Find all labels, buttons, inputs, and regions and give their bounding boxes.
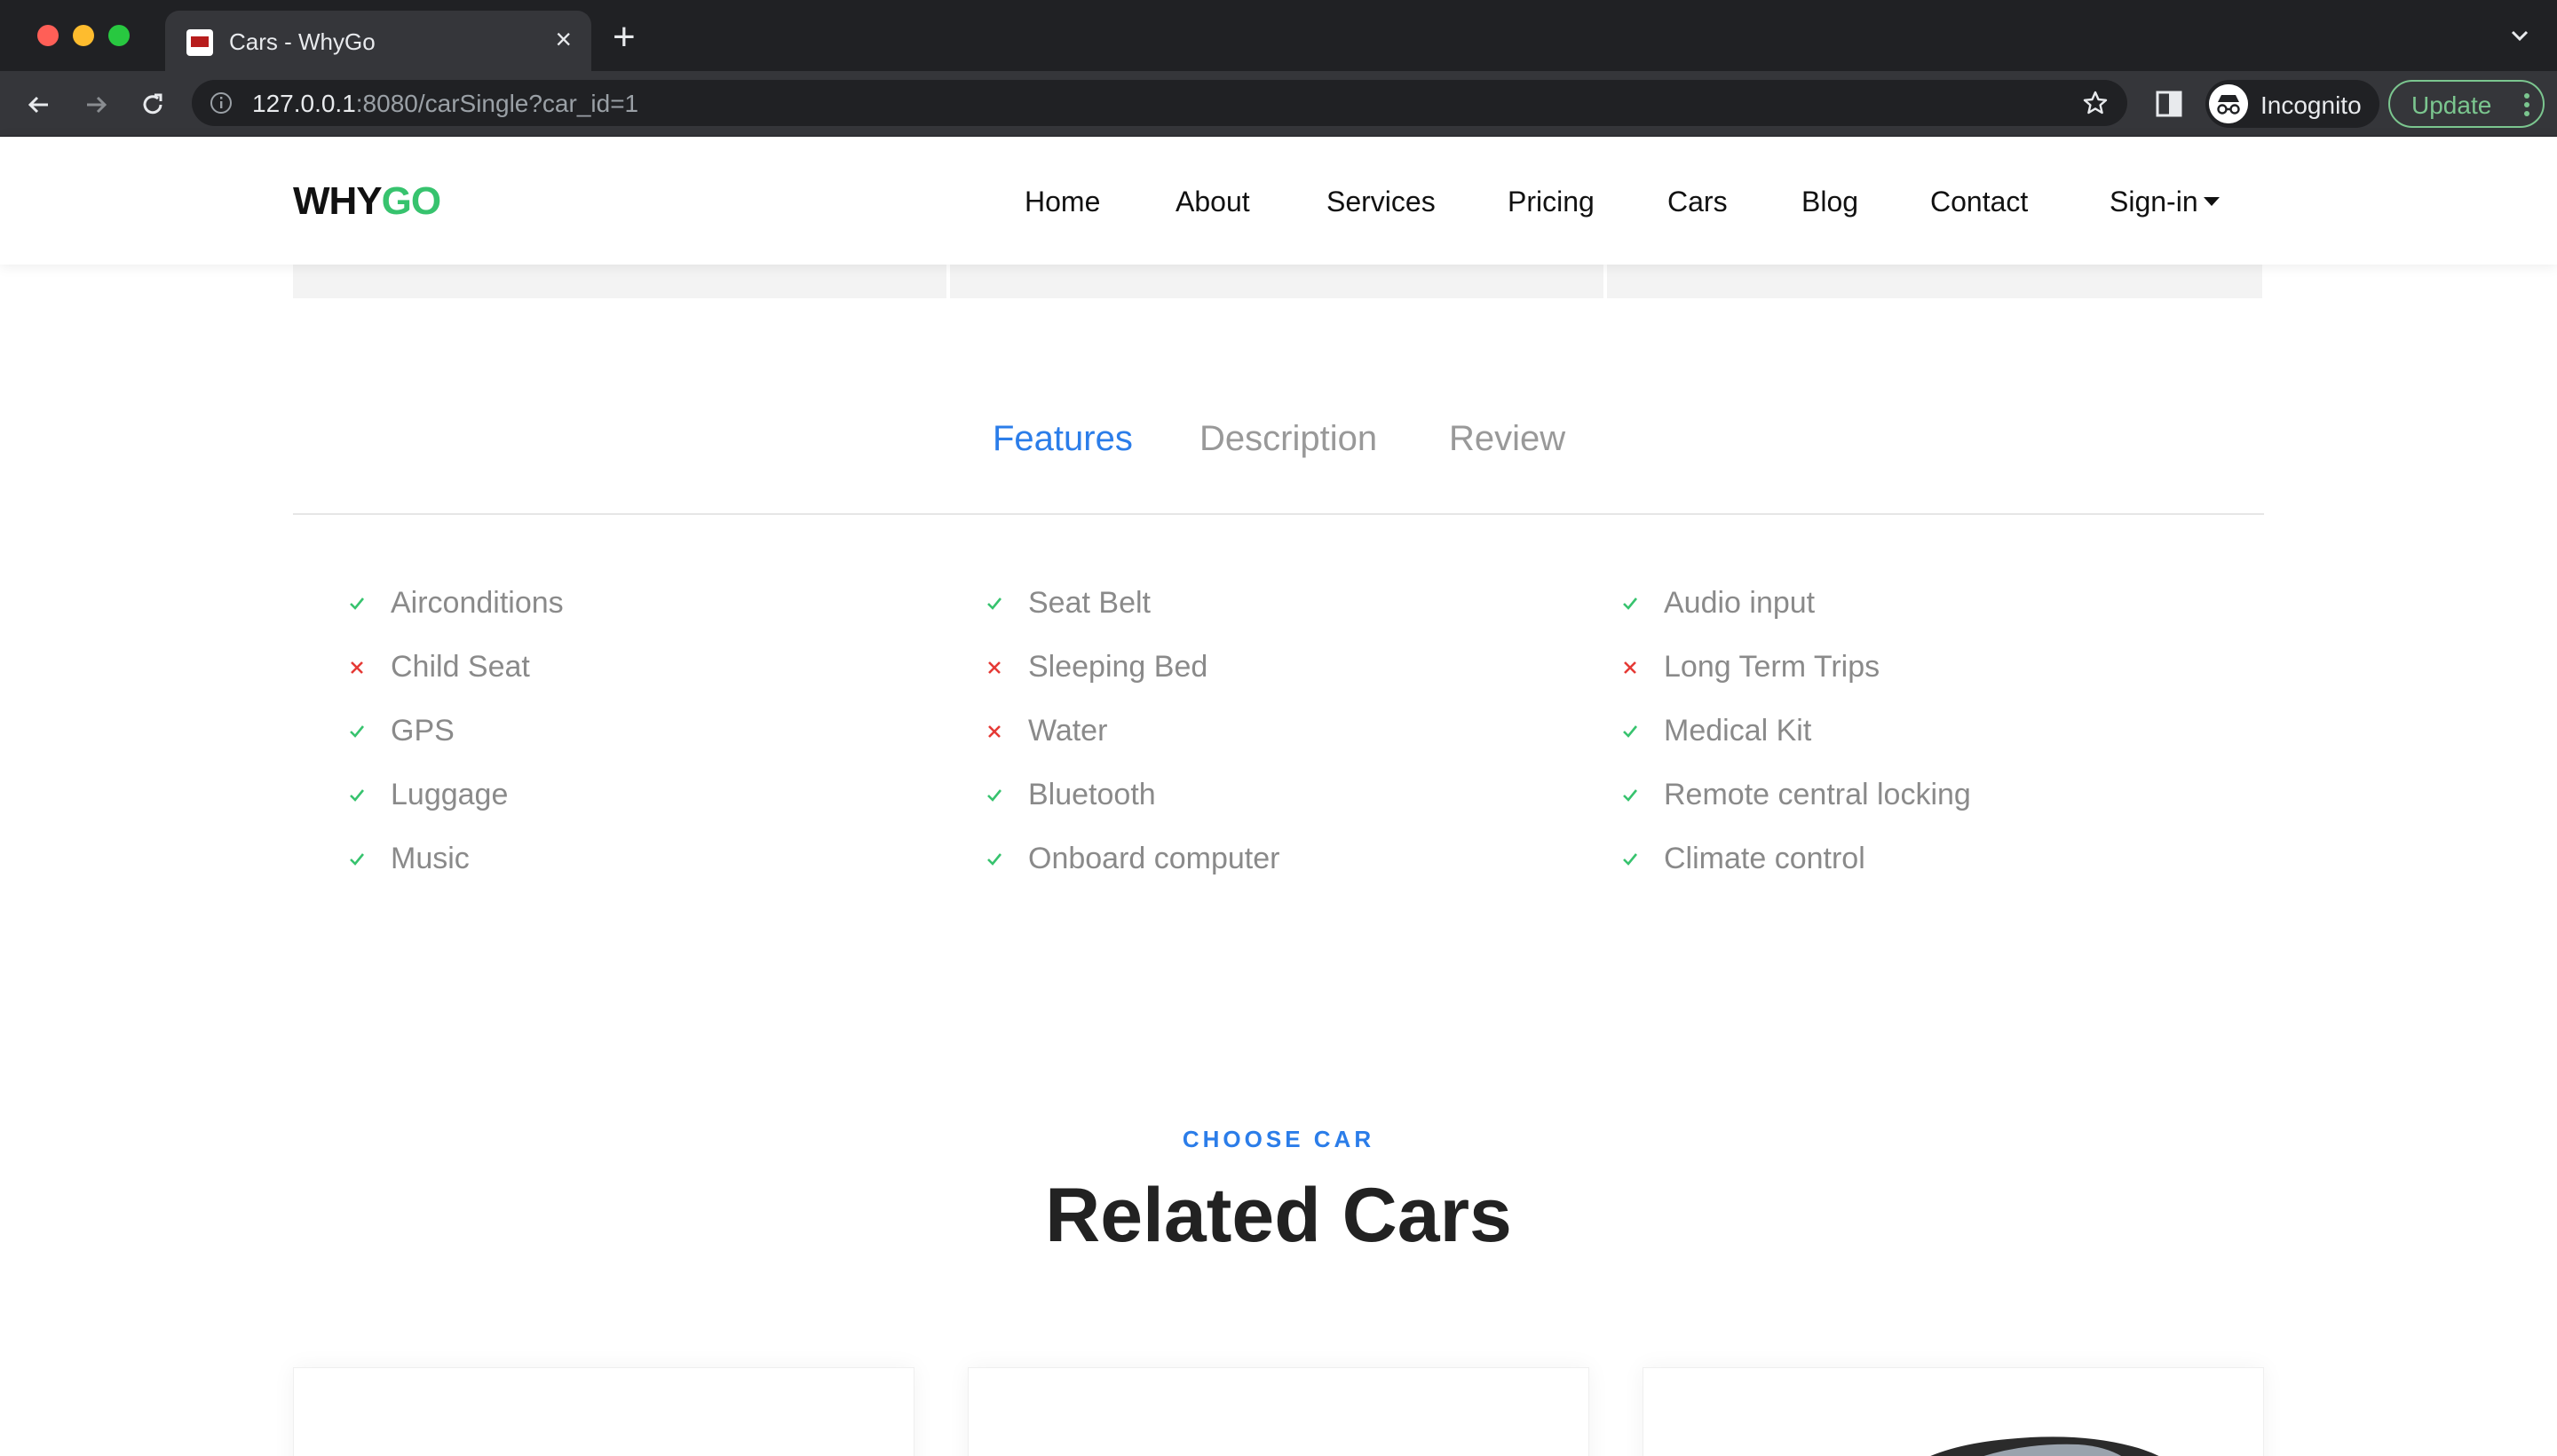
side-panel-icon[interactable] [2154, 89, 2184, 119]
maximize-window-button[interactable] [108, 25, 130, 46]
tabs-divider [293, 513, 2264, 515]
nav-services[interactable]: Services [1326, 186, 1436, 218]
back-arrow-icon[interactable] [21, 87, 57, 123]
site-favicon-icon [186, 29, 213, 56]
cross-icon [988, 661, 1001, 674]
feature-item-label: Audio input [1664, 586, 1816, 620]
minimize-window-button[interactable] [73, 25, 94, 46]
cross-icon [351, 661, 363, 674]
check-icon [1623, 789, 1638, 802]
forward-arrow-icon[interactable] [78, 87, 114, 123]
feature-item-label: Water [1028, 714, 1108, 748]
check-icon [350, 789, 365, 802]
section-heading: Related Cars [1045, 1173, 1512, 1258]
feature-item-label: Child Seat [391, 650, 530, 684]
browser-toolbar: 127.0.0.1:8080/carSingle?car_id=1 Incogn… [0, 71, 2557, 137]
check-icon [987, 597, 1002, 610]
reload-icon[interactable] [135, 87, 170, 123]
feature-item-label: Onboard computer [1028, 842, 1280, 875]
tab-description[interactable]: Description [1199, 419, 1377, 459]
nav-cars[interactable]: Cars [1667, 186, 1728, 218]
close-window-button[interactable] [37, 25, 59, 46]
new-tab-icon[interactable]: + [613, 18, 636, 57]
incognito-icon [2209, 84, 2248, 123]
feature-item-label: GPS [391, 714, 455, 748]
check-icon [1623, 725, 1638, 738]
nav-blog[interactable]: Blog [1801, 186, 1858, 218]
feature-item-label: Bluetooth [1028, 778, 1156, 811]
gallery-bottom-edge [950, 265, 1603, 298]
caret-down-icon [2203, 196, 2220, 206]
cross-icon [988, 725, 1001, 738]
nav-contact[interactable]: Contact [1930, 186, 2028, 218]
gallery-bottom-edge [1607, 265, 2262, 298]
tab-search-chevron-icon[interactable] [2507, 23, 2532, 48]
update-button[interactable]: Update [2388, 80, 2545, 128]
related-car-card[interactable] [293, 1367, 914, 1456]
car-image [1930, 1436, 2159, 1456]
incognito-indicator[interactable]: Incognito [2205, 80, 2379, 128]
feature-item-label: Long Term Trips [1664, 650, 1880, 684]
check-icon [350, 597, 365, 610]
site-header: WHYGO Home About Services Pricing Cars B… [0, 137, 2557, 265]
nav-home[interactable]: Home [1025, 186, 1100, 218]
gallery-bottom-edge [293, 265, 946, 298]
nav-sign-in[interactable]: Sign-in [2110, 186, 2220, 218]
cross-icon [1624, 661, 1636, 674]
address-bar[interactable]: 127.0.0.1:8080/carSingle?car_id=1 [192, 80, 2127, 126]
nav-pricing[interactable]: Pricing [1508, 186, 1595, 218]
feature-item-label: Seat Belt [1028, 586, 1151, 620]
browser-tab-active[interactable]: Cars - WhyGo × [165, 11, 591, 71]
tab-review[interactable]: Review [1449, 419, 1565, 459]
check-icon [987, 789, 1002, 802]
related-car-card[interactable] [1643, 1367, 2264, 1456]
feature-item-label: Sleeping Bed [1028, 650, 1208, 684]
tab-title: Cars - WhyGo [229, 28, 376, 55]
feature-item-label: Music [391, 842, 470, 875]
check-icon [1623, 597, 1638, 610]
feature-item-label: Medical Kit [1664, 714, 1812, 748]
url-text[interactable]: 127.0.0.1:8080/carSingle?car_id=1 [252, 90, 638, 118]
tab-features[interactable]: Features [993, 419, 1133, 459]
feature-item-label: Airconditions [391, 586, 564, 620]
check-icon [350, 853, 365, 866]
bookmark-star-icon[interactable] [2081, 89, 2110, 117]
site-logo[interactable]: WHYGO [293, 179, 441, 224]
related-car-card[interactable] [968, 1367, 1589, 1456]
check-icon [987, 853, 1002, 866]
more-menu-icon[interactable] [2523, 92, 2530, 117]
feature-item-label: Remote central locking [1664, 778, 1971, 811]
feature-item-label: Climate control [1664, 842, 1865, 875]
tab-close-icon[interactable]: × [555, 25, 572, 53]
browser-tab-strip: Cars - WhyGo × + [0, 0, 2557, 71]
check-icon [1623, 853, 1638, 866]
update-label: Update [2411, 91, 2492, 119]
feature-item-label: Luggage [391, 778, 509, 811]
section-eyebrow: CHOOSE CAR [1182, 1126, 1375, 1152]
incognito-label: Incognito [2260, 91, 2362, 119]
site-info-icon[interactable] [210, 91, 233, 115]
nav-about[interactable]: About [1176, 186, 1250, 218]
check-icon [350, 725, 365, 738]
